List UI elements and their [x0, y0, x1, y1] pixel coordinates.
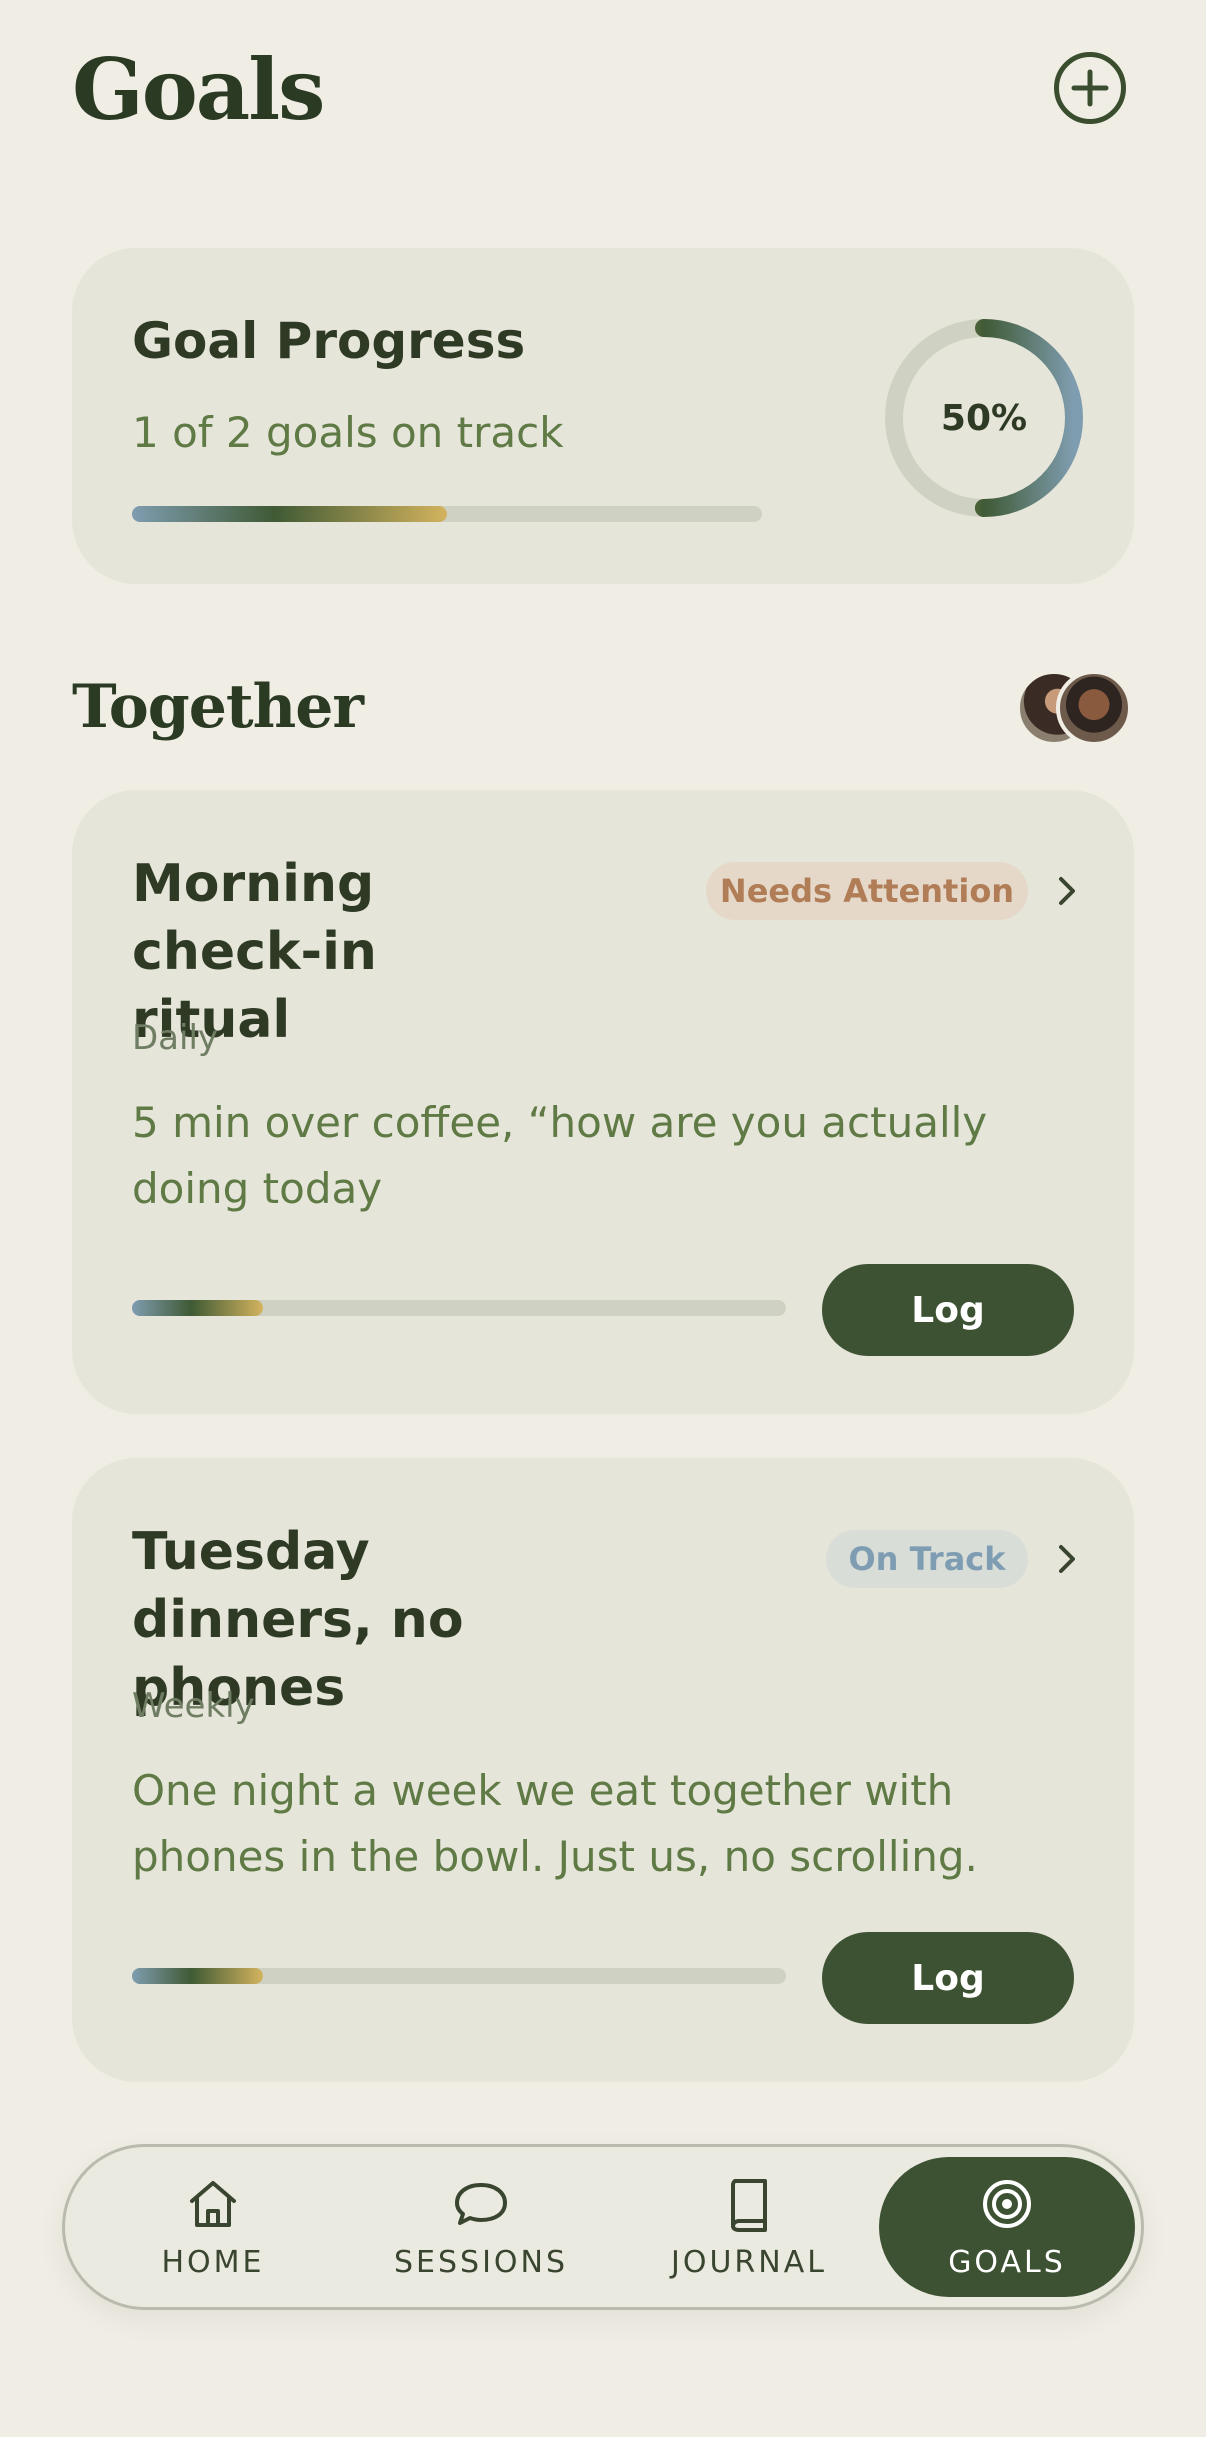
goal-card[interactable]: Tuesday dinners, no phones On Track Week… — [72, 1458, 1134, 2082]
avatar — [1056, 670, 1132, 746]
goal-progress-card: Goal Progress 1 of 2 goals on track 50% — [72, 248, 1134, 584]
nav-label: JOURNAL — [671, 2244, 827, 2280]
nav-item-home[interactable]: HOME — [85, 2157, 341, 2297]
chevron-right-icon[interactable] — [1050, 874, 1084, 908]
nav-item-journal[interactable]: JOURNAL — [621, 2157, 877, 2297]
progress-percent: 50% — [940, 397, 1028, 439]
goal-frequency: Weekly — [132, 1686, 255, 1726]
goal-progress-bar — [132, 1968, 786, 1984]
nav-item-goals[interactable]: GOALS — [879, 2157, 1135, 2297]
goal-card[interactable]: Morning check-in ritual Needs Attention … — [72, 790, 1134, 1414]
log-button[interactable]: Log — [822, 1264, 1074, 1356]
log-button[interactable]: Log — [822, 1932, 1074, 2024]
nav-label: HOME — [161, 2244, 265, 2280]
goal-description: One night a week we eat together with ph… — [132, 1766, 978, 1881]
overall-progress-bar — [132, 506, 762, 522]
plus-circle-icon — [1071, 69, 1109, 107]
partner-avatars[interactable] — [1016, 670, 1136, 746]
book-icon — [731, 2178, 767, 2232]
goal-progress-bar — [132, 1300, 786, 1316]
status-badge: Needs Attention — [706, 862, 1028, 920]
progress-subtitle: 1 of 2 goals on track — [132, 408, 564, 457]
nav-label: GOALS — [948, 2244, 1066, 2280]
page-title: Goals — [72, 40, 325, 139]
goal-progress-fill — [132, 1300, 263, 1316]
chat-bubble-icon — [455, 2182, 507, 2225]
target-icon — [983, 2179, 1031, 2228]
nav-label: SESSIONS — [393, 2244, 569, 2280]
goals-screen: Goals Goal Progress 1 of 2 goals on trac… — [0, 0, 1206, 2437]
progress-title: Goal Progress — [132, 312, 526, 370]
goal-frequency: Daily — [132, 1018, 219, 1058]
goal-progress-fill — [132, 1968, 263, 1984]
overall-progress-fill — [132, 506, 447, 522]
home-icon — [190, 2180, 236, 2227]
goal-description: 5 min over coffee, “how are you actually… — [132, 1098, 988, 1213]
bottom-nav: HOME SESSIONS JOURNAL GOALS — [62, 2144, 1144, 2310]
add-goal-button[interactable] — [1054, 52, 1126, 124]
section-title-together: Together — [72, 672, 364, 742]
status-badge: On Track — [826, 1530, 1028, 1588]
nav-item-sessions[interactable]: SESSIONS — [353, 2157, 609, 2297]
chevron-right-icon[interactable] — [1050, 1542, 1084, 1576]
